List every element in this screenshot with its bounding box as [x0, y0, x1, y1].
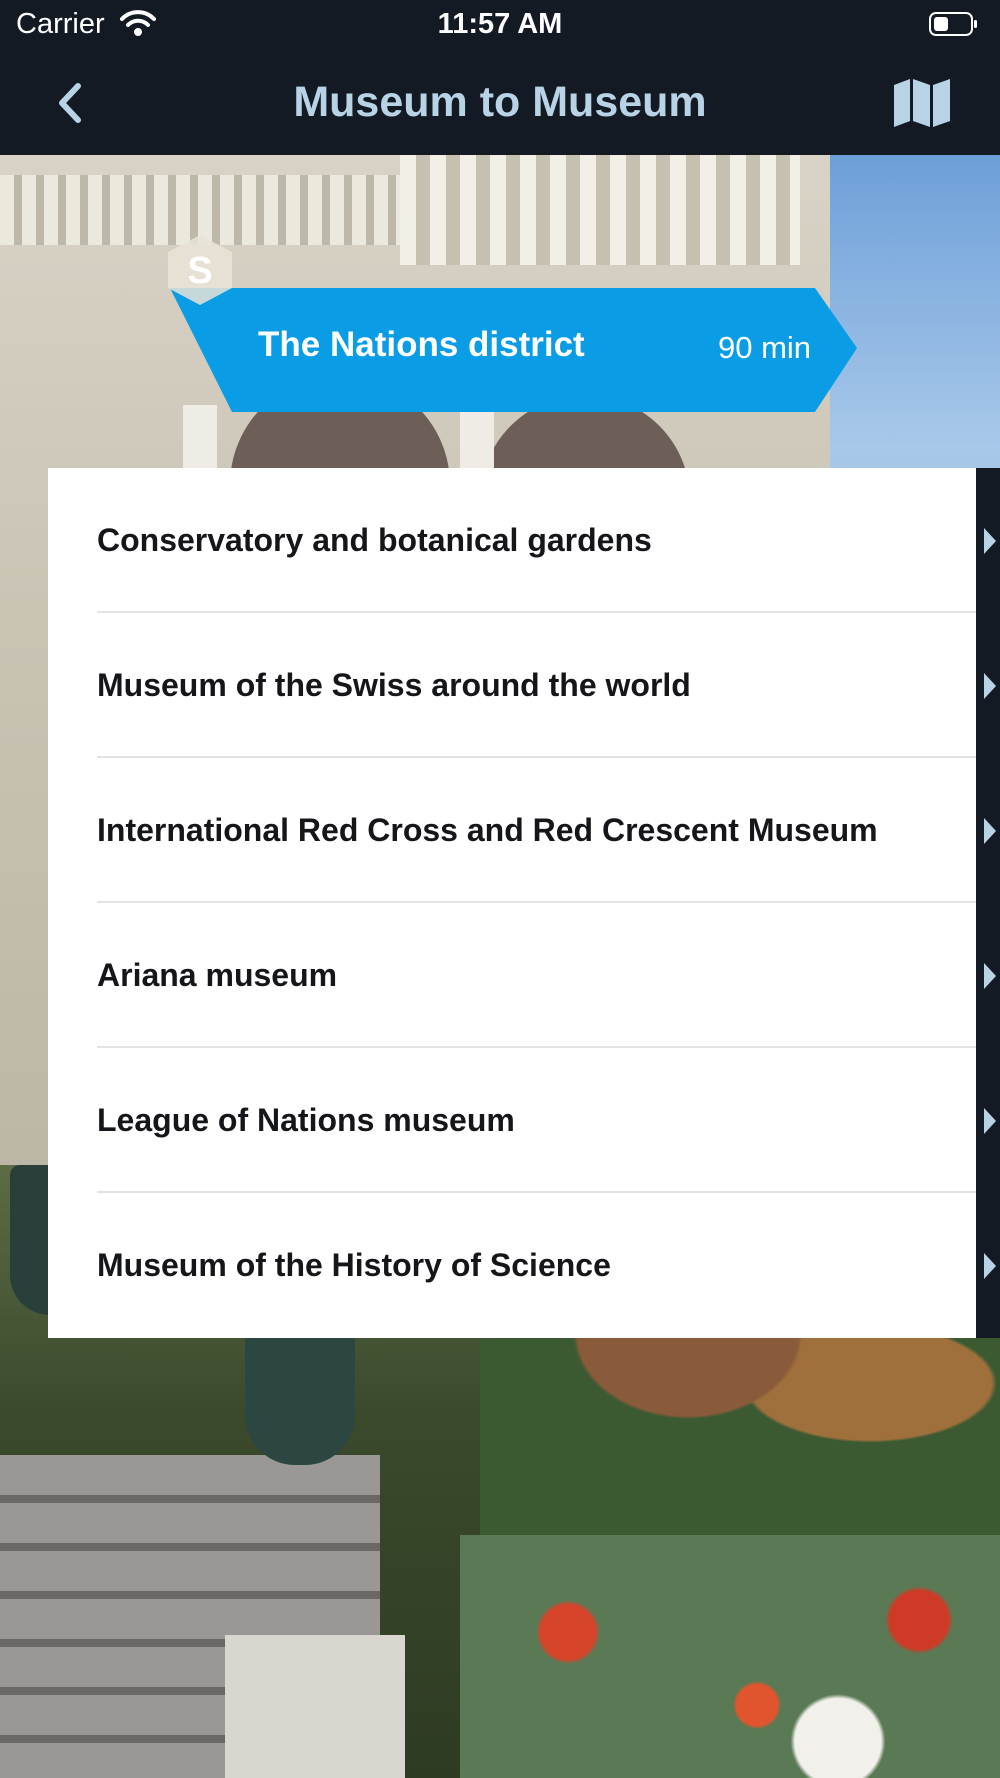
page-title: Museum to Museum — [293, 78, 707, 126]
list-item-label: Ariana museum — [97, 957, 338, 993]
list-item-label: Conservatory and botanical gardens — [97, 522, 652, 558]
list-item[interactable]: Museum of the Swiss around the world — [48, 613, 976, 758]
list-item[interactable]: Ariana museum — [48, 903, 976, 1048]
museum-list: Conservatory and botanical gardens Museu… — [48, 468, 976, 1338]
photo-flower-bed — [460, 1535, 1000, 1778]
list-item[interactable]: International Red Cross and Red Crescent… — [48, 758, 976, 903]
chevron-right-icon[interactable] — [982, 526, 998, 556]
badge-letter: S — [187, 250, 212, 292]
status-bar: Carrier 11:57 AM — [0, 0, 1000, 50]
right-rail — [976, 468, 1000, 1338]
map-button[interactable] — [890, 75, 954, 131]
list-item-label: Museum of the Swiss around the world — [97, 667, 691, 703]
banner-duration: 90 min — [718, 330, 812, 365]
chevron-right-icon[interactable] — [982, 816, 998, 846]
clock: 11:57 AM — [437, 8, 563, 40]
map-icon — [894, 79, 950, 127]
chevron-right-icon[interactable] — [982, 671, 998, 701]
chevron-right-icon[interactable] — [982, 1251, 998, 1281]
list-item-label: League of Nations museum — [97, 1102, 515, 1138]
banner-title: The Nations district — [258, 325, 585, 364]
list-item[interactable]: Museum of the History of Science — [48, 1193, 976, 1338]
battery-icon — [929, 12, 977, 36]
list-item-label: Museum of the History of Science — [97, 1247, 611, 1283]
photo-pedestal — [225, 1635, 405, 1778]
list-item[interactable]: League of Nations museum — [48, 1048, 976, 1193]
list-item[interactable]: Conservatory and botanical gardens — [48, 468, 976, 613]
chevron-right-icon[interactable] — [982, 961, 998, 991]
list-item-label: International Red Cross and Red Crescent… — [97, 812, 878, 848]
navigation-bar: Museum to Museum — [0, 50, 1000, 155]
chevron-right-icon[interactable] — [982, 1106, 998, 1136]
